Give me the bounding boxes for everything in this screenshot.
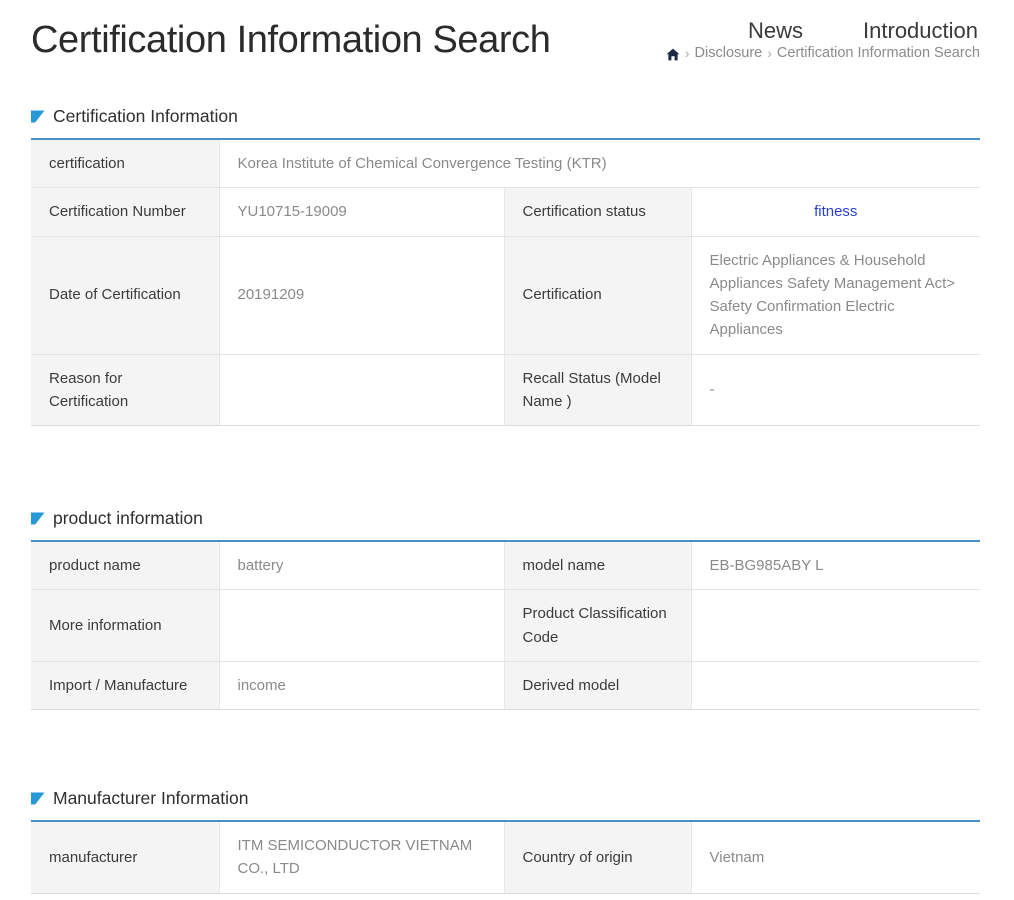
page-title: Certification Information Search — [31, 19, 550, 62]
section-heading: product information — [31, 508, 980, 529]
section-title: product information — [53, 508, 203, 529]
table-row: product name battery model name EB-BG985… — [31, 541, 980, 590]
breadcrumb: › Disclosure › Certification Information… — [666, 45, 980, 61]
cell-label-product-name: product name — [31, 541, 219, 590]
table-row: certification Korea Institute of Chemica… — [31, 139, 980, 188]
nav-introduction[interactable]: Introduction — [863, 18, 978, 44]
cell-label-certification: certification — [31, 139, 219, 188]
cell-label-model-name: model name — [504, 541, 691, 590]
certification-information-table: certification Korea Institute of Chemica… — [31, 138, 980, 426]
cell-label-manufacturer: manufacturer — [31, 821, 219, 893]
cell-value-import-manufacture: income — [219, 661, 504, 709]
section-manufacturer-information: Manufacturer Information manufacturer IT… — [31, 788, 980, 894]
cell-value-recall-status: - — [691, 354, 980, 426]
nav-news[interactable]: News — [748, 18, 803, 44]
cell-value-certification-act: Electric Appliances & Household Applianc… — [691, 236, 980, 354]
cell-label-certification-number: Certification Number — [31, 188, 219, 236]
cell-value-product-name: battery — [219, 541, 504, 590]
table-row: Reason for Certification Recall Status (… — [31, 354, 980, 426]
cell-label-more-information: More information — [31, 590, 219, 662]
flag-triangle-icon — [31, 110, 45, 123]
cell-label-import-manufacture: Import / Manufacture — [31, 661, 219, 709]
cell-label-country-of-origin: Country of origin — [504, 821, 691, 893]
section-heading: Manufacturer Information — [31, 788, 980, 809]
flag-triangle-icon — [31, 792, 45, 805]
cell-label-reason-for-certification: Reason for Certification — [31, 354, 219, 426]
cell-value-reason-for-certification — [219, 354, 504, 426]
home-icon[interactable] — [666, 48, 680, 61]
cell-value-certification-number: YU10715-19009 — [219, 188, 504, 236]
breadcrumb-item-current: Certification Information Search — [777, 45, 980, 61]
cell-value-product-classification-code — [691, 590, 980, 662]
table-row: Import / Manufacture income Derived mode… — [31, 661, 980, 709]
cell-value-certification: Korea Institute of Chemical Convergence … — [219, 139, 980, 188]
breadcrumb-item-disclosure[interactable]: Disclosure — [695, 45, 763, 61]
breadcrumb-separator-2: › — [767, 45, 772, 61]
cell-value-country-of-origin: Vietnam — [691, 821, 980, 893]
section-product-information: product information product name battery… — [31, 508, 980, 710]
cell-value-more-information — [219, 590, 504, 662]
cell-value-date-of-certification: 20191209 — [219, 236, 504, 354]
manufacturer-information-table: manufacturer ITM SEMICONDUCTOR VIETNAM C… — [31, 820, 980, 894]
table-row: More information Product Classification … — [31, 590, 980, 662]
flag-triangle-icon — [31, 512, 45, 525]
product-information-table: product name battery model name EB-BG985… — [31, 540, 980, 710]
cell-value-derived-model — [691, 661, 980, 709]
cell-label-certification-act: Certification — [504, 236, 691, 354]
page-header: Certification Information Search News In… — [0, 0, 1014, 92]
section-title: Certification Information — [53, 106, 238, 127]
table-row: manufacturer ITM SEMICONDUCTOR VIETNAM C… — [31, 821, 980, 893]
top-nav: News Introduction — [748, 18, 978, 44]
cell-label-date-of-certification: Date of Certification — [31, 236, 219, 354]
cell-value-certification-status: fitness — [691, 188, 980, 236]
cell-value-model-name: EB-BG985ABY L — [691, 541, 980, 590]
breadcrumb-separator-1: › — [685, 45, 690, 61]
cell-label-recall-status: Recall Status (Model Name ) — [504, 354, 691, 426]
fitness-link[interactable]: fitness — [710, 200, 963, 223]
table-row: Certification Number YU10715-19009 Certi… — [31, 188, 980, 236]
section-certification-information: Certification Information certification … — [31, 106, 980, 426]
cell-label-derived-model: Derived model — [504, 661, 691, 709]
section-title: Manufacturer Information — [53, 788, 249, 809]
section-heading: Certification Information — [31, 106, 980, 127]
cell-value-manufacturer: ITM SEMICONDUCTOR VIETNAM CO., LTD — [219, 821, 504, 893]
table-row: Date of Certification 20191209 Certifica… — [31, 236, 980, 354]
cell-label-certification-status: Certification status — [504, 188, 691, 236]
cell-label-product-classification-code: Product Classification Code — [504, 590, 691, 662]
